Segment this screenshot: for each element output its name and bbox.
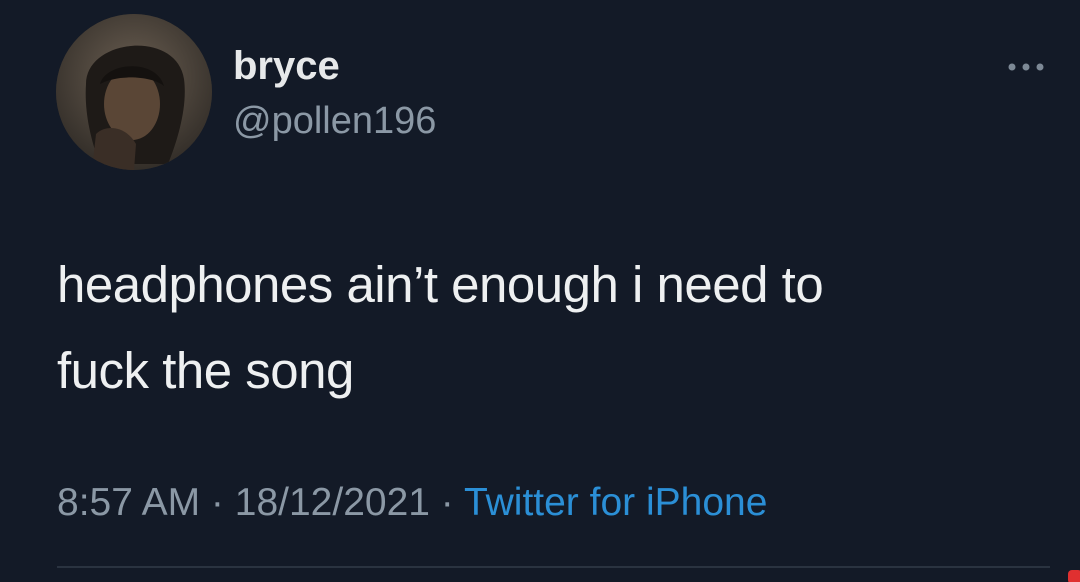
display-name[interactable]: bryce [233, 42, 340, 90]
corner-badge [1068, 570, 1080, 582]
tweet-card: bryce @pollen196 headphones ain’t enough… [0, 0, 1080, 582]
avatar[interactable] [56, 14, 212, 170]
tweet-text-line: headphones ain’t enough i need to [57, 256, 824, 313]
meta-separator: · [429, 481, 464, 524]
tweet-text-line: fuck the song [57, 342, 354, 399]
tweet-text: headphones ain’t enough i need to fuck t… [57, 242, 1047, 414]
tweet-source-link[interactable]: Twitter for iPhone [464, 481, 767, 524]
more-options-button[interactable] [1002, 54, 1050, 80]
divider [57, 566, 1050, 568]
user-handle[interactable]: @pollen196 [233, 98, 436, 144]
profile-photo [56, 14, 212, 170]
meta-separator: · [200, 481, 235, 524]
more-horizontal-icon [1008, 63, 1044, 71]
tweet-date[interactable]: 18/12/2021 [235, 481, 430, 524]
tweet-time[interactable]: 8:57 AM [57, 481, 200, 524]
tweet-metadata: 8:57 AM · 18/12/2021 · Twitter for iPhon… [57, 478, 767, 528]
